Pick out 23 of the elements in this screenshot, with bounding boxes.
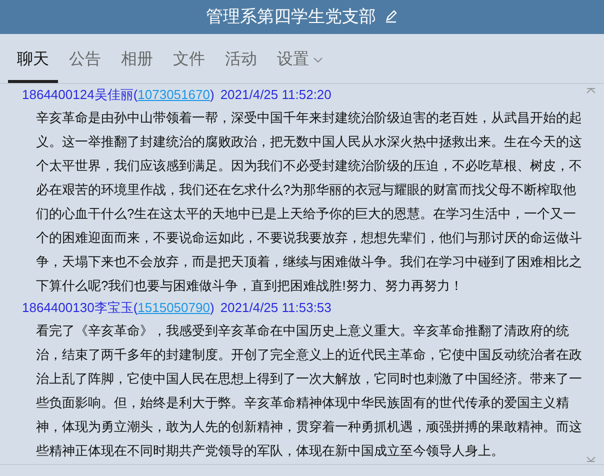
window-title: 管理系第四学生党支部 <box>206 6 376 28</box>
account-link[interactable]: 1073051670 <box>138 86 210 104</box>
pencil-icon[interactable] <box>384 10 398 24</box>
message-text: 辛亥革命是由孙中山带领着一帮，深受中国千年来封建统治阶级迫害的老百姓，从武昌开始的起义。这一举推翻了封建统治的腐败政治，把无数中国人民从水深火热中拯救出来。生在今天的这个太平世界，我们应该感到满足。因为我们不必受封建统治阶级的压迫，不必吃草根、树皮，不必在艰苦的环境里作战，我们还在乞求什么?为那华丽的衣冠与耀眼的财富而找父母不断榨取他们的心血干什么?生在这太平的天地中已是上天给予你的巨大的恩慧。在学习生活中，一个又一个的困难迎面而来，不要说命运如此，不要说我要放弃，想想先辈们，他们与那讨厌的命运做斗争，天塌下来也不会放弃，而是把天顶着，继续与困难做斗争。我们在学习中碰到了困难相比之下算什么呢?我们也要与困难做斗争，直到把困难战胜!努力、努力再努力！ <box>35 109 583 295</box>
tab[interactable]: 公告 <box>60 48 110 83</box>
paren: ( <box>133 86 138 104</box>
sender-name: 1864400124吴佳丽 <box>22 86 134 104</box>
chevron-down-icon <box>313 57 323 63</box>
paren: ( <box>133 299 138 317</box>
scroll-up-icon[interactable] <box>586 88 596 94</box>
message-time: 2021/4/25 11:53:53 <box>220 299 332 317</box>
tab[interactable]: 设置 <box>268 48 332 83</box>
message-time: 2021/4/25 11:52:20 <box>220 86 332 104</box>
tab[interactable]: 相册 <box>112 48 162 83</box>
tab[interactable]: 活动 <box>216 48 266 83</box>
account-link[interactable]: 1515050790 <box>138 299 210 317</box>
scroll-down-icon[interactable] <box>586 456 596 462</box>
sender-name: 1864400130李宝玉 <box>22 299 134 317</box>
message-text: 看完了《辛亥革命》，我感受到辛亥革命在中国历史上意义重大。辛亥革命推翻了清政府的统治，结束了两千多年的封建制度。开创了完全意义上的近代民主革命，它使中国反动统治者在政治上乱了阵脚，它使中国人民在思想上得到了一次大解放，它同时也刺激了中国经济。带来了一些负面影响。但，始终是利大于弊。辛亥革命精神体现中华民族固有的世代传承的爱国主义精神，体现为勇立潮头，敢为人先的创新精神，贯穿着一种勇抓机遇，顽强拼搏的果敢精神。而这些精神正体现在不同时期共产党领导的军队，体现在新中国成立至今领导人身上。 <box>35 322 583 460</box>
tab[interactable]: 文件 <box>164 48 214 83</box>
tab[interactable]: 聊天 <box>8 48 58 83</box>
paren: ) <box>210 299 214 317</box>
paren: ) <box>210 86 214 104</box>
